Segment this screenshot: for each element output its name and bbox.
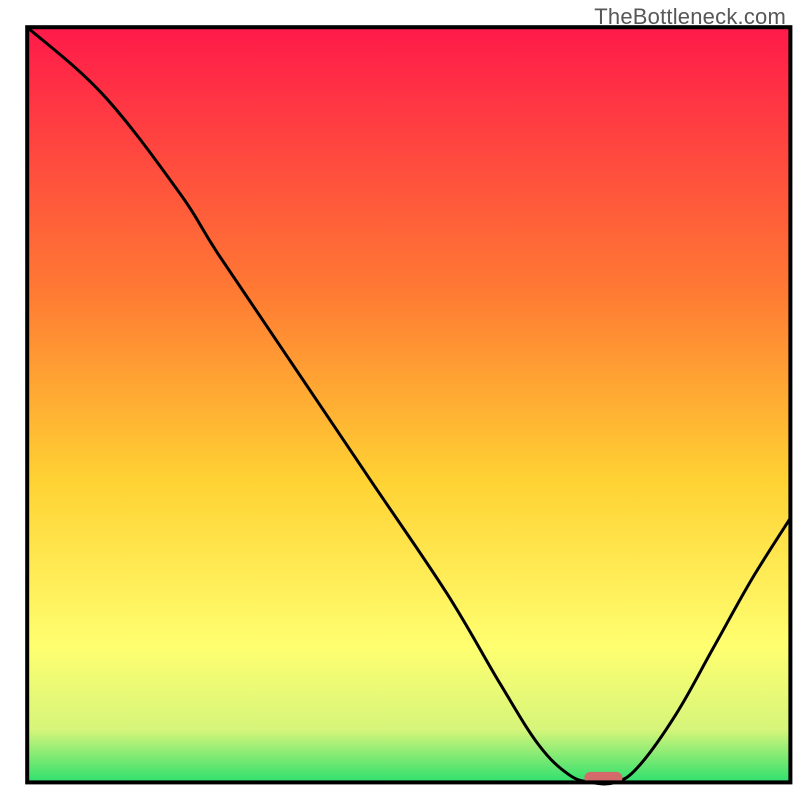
chart-container: TheBottleneck.com	[0, 0, 800, 800]
bottleneck-chart	[0, 0, 800, 800]
watermark-text: TheBottleneck.com	[594, 4, 786, 30]
